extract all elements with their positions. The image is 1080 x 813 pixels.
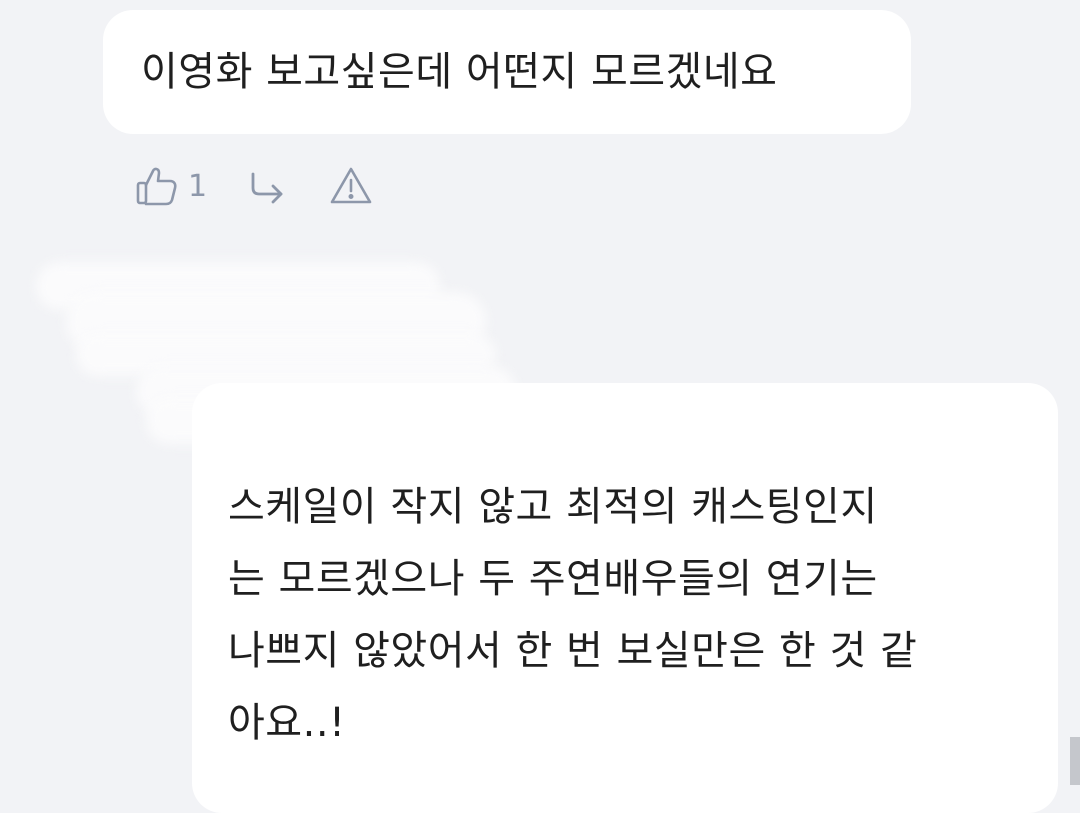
like-count: 1	[188, 168, 208, 204]
thumbs-up-icon[interactable]	[134, 163, 180, 209]
reply-text: 스케일이 작지 않고 최적의 캐스팅인지 는 모르겠으나 두 주연배우들의 연기…	[228, 484, 918, 746]
reply-button[interactable]	[247, 166, 287, 206]
reply-bubble: 스케일이 작지 않고 최적의 캐스팅인지 는 모르겠으나 두 주연배우들의 연기…	[192, 383, 1058, 813]
comment-actions: 1	[134, 162, 373, 210]
warning-triangle-icon[interactable]	[329, 164, 373, 208]
comment-text: 이영화 보고싶은데 어떤지 모르겠네요	[141, 49, 778, 95]
report-button[interactable]	[329, 164, 373, 208]
like-button[interactable]: 1	[134, 163, 207, 209]
reply-arrow-icon[interactable]	[247, 166, 287, 206]
scrollbar[interactable]	[1070, 737, 1080, 785]
comment-bubble: 이영화 보고싶은데 어떤지 모르겠네요	[103, 10, 911, 134]
